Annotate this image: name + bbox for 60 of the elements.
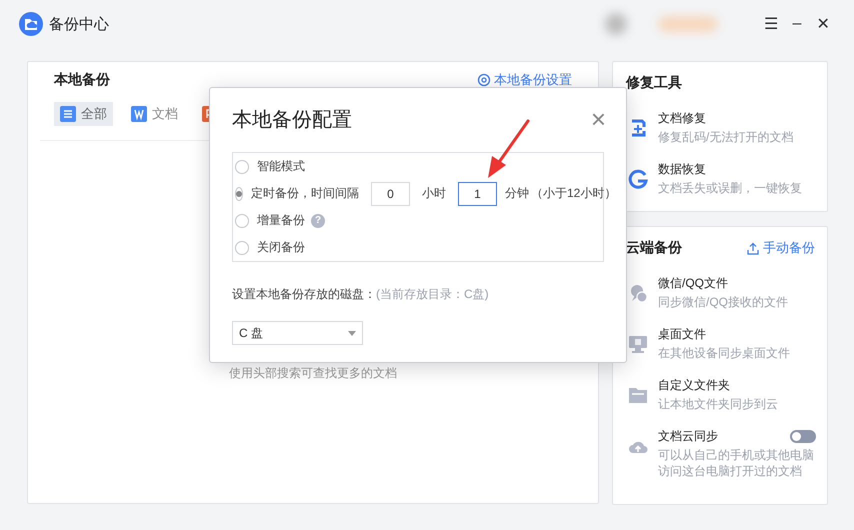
radio-button[interactable] — [235, 160, 249, 174]
radio-button[interactable] — [235, 214, 249, 228]
file-type-icon — [60, 106, 76, 122]
manual-backup-link[interactable]: 手动备份 — [747, 239, 815, 257]
close-button[interactable]: × — [590, 106, 606, 132]
monitor-icon — [628, 334, 648, 354]
settings-link[interactable]: 本地备份设置 — [477, 71, 572, 89]
menu-button[interactable]: ☰ — [758, 14, 784, 34]
dialog-title: 本地备份配置 — [232, 108, 352, 132]
feature-item[interactable]: 微信/QQ文件 同步微信/QQ接收的文件 — [626, 267, 815, 318]
feature-item[interactable]: 文档修复 修复乱码/无法打开的文档 — [626, 102, 815, 153]
radio-button[interactable] — [235, 240, 249, 254]
number-field[interactable]: 0 — [371, 182, 410, 206]
option-label: 关闭备份 — [257, 239, 305, 256]
feature-description: 修复乱码/无法打开的文档 — [658, 129, 794, 145]
radio-button[interactable] — [235, 186, 243, 200]
disk-label: 设置本地备份存放的磁盘： — [232, 287, 376, 301]
feature-title: 文档修复 — [658, 110, 706, 127]
feature-description: 在其他设备同步桌面文件 — [658, 345, 791, 361]
current-directory-note: (当前存放目录：C盘) — [376, 287, 489, 301]
chat-icon — [628, 283, 648, 303]
feature-description: 文档丢失或误删，一键恢复 — [658, 180, 803, 196]
note-text: （小于12小时） — [531, 185, 616, 202]
disk-dropdown[interactable]: C 盘 — [232, 321, 363, 345]
feature-item[interactable]: 文档云同步 可以从自己的手机或其他电脑访问这台电脑打开过的文档 — [626, 420, 815, 487]
feature-title: 文档云同步 — [658, 428, 718, 445]
avatar-icon — [604, 12, 628, 36]
feature-title: 数据恢复 — [658, 161, 706, 178]
upload-icon — [747, 242, 759, 254]
gear-icon — [477, 73, 491, 87]
feature-title: 桌面文件 — [658, 326, 706, 343]
feature-description: 可以从自己的手机或其他电脑访问这台电脑打开过的文档 — [658, 447, 815, 479]
unit-label: 分钟 — [505, 185, 529, 202]
file-type-icon — [131, 106, 147, 122]
window-title: 备份中心 — [49, 14, 109, 34]
panel-title: 本地备份 — [54, 71, 110, 89]
card-title: 修复工具 — [626, 74, 682, 92]
feature-description: 同步微信/QQ接收的文件 — [658, 294, 790, 310]
empty-hint: 使用头部搜索可查找更多的文档 — [229, 365, 398, 382]
feature-item[interactable]: 桌面文件 在其他设备同步桌面文件 — [626, 318, 815, 369]
option-label: 智能模式 — [257, 158, 305, 175]
logo-icon — [19, 12, 43, 36]
feature-title: 自定义文件夹 — [658, 377, 730, 394]
option-label: 增量备份 — [257, 212, 305, 229]
close-button[interactable]: ✕ — [810, 14, 836, 34]
feature-item[interactable]: 数据恢复 文档丢失或误删，一键恢复 — [626, 153, 815, 204]
minimize-button[interactable]: – — [784, 15, 810, 33]
filter-tab[interactable]: 全部 — [54, 102, 113, 126]
card-title: 云端备份 — [626, 239, 682, 257]
number-field[interactable]: 1 — [458, 182, 497, 206]
recovery-icon — [628, 169, 648, 189]
caret-icon — [348, 330, 356, 336]
feature-item[interactable]: 自定义文件夹 让本地文件夹同步到云 — [626, 369, 815, 420]
filter-tab[interactable]: 文档 — [125, 102, 184, 126]
option-label: 定时备份，时间间隔 — [251, 185, 359, 202]
feature-title: 微信/QQ文件 — [658, 275, 728, 292]
unit-label: 小时 — [422, 185, 446, 202]
toggle-switch[interactable] — [790, 430, 816, 443]
feature-description: 让本地文件夹同步到云 — [658, 396, 779, 412]
folder-icon — [628, 385, 648, 405]
